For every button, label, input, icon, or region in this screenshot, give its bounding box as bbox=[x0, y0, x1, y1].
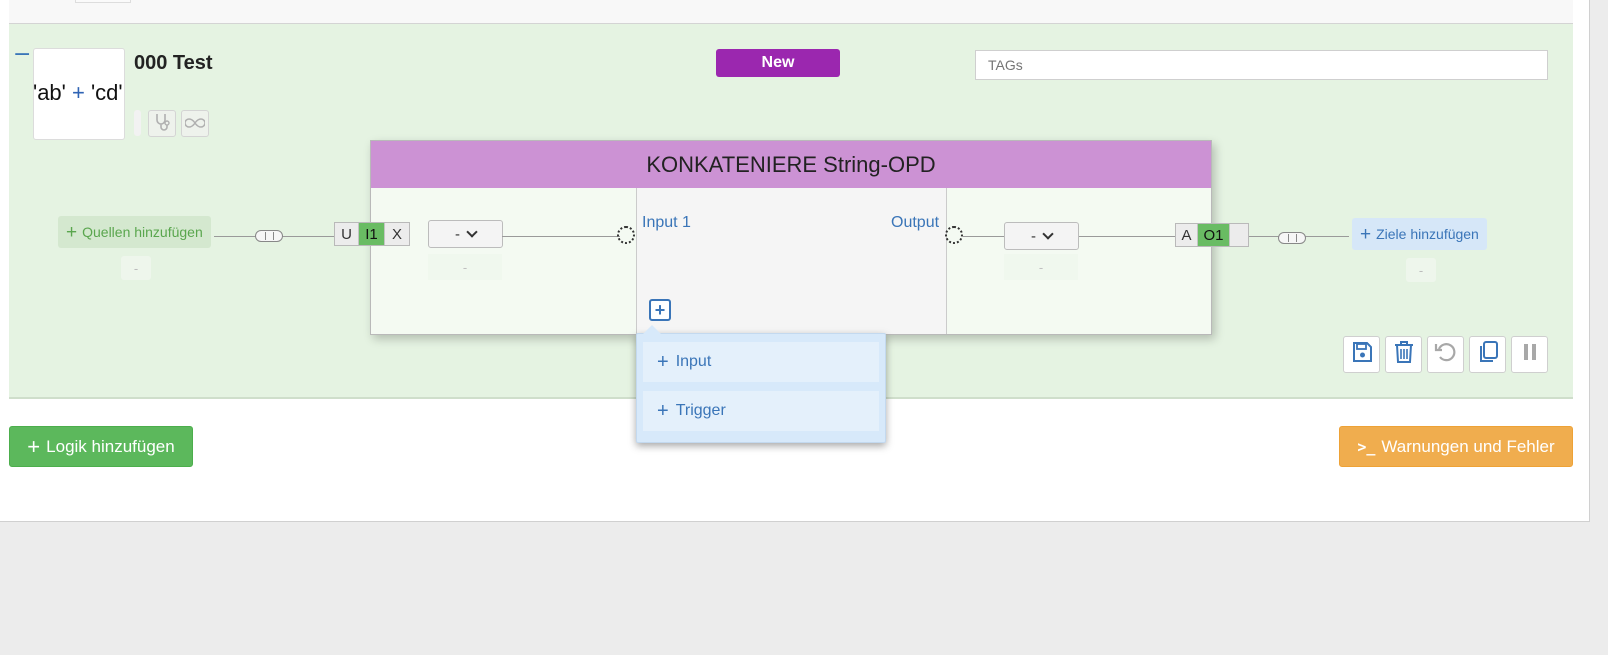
add-targets-label: Ziele hinzufügen bbox=[1376, 226, 1479, 242]
stethoscope-icon bbox=[154, 113, 170, 135]
warnings-errors-label: Warnungen und Fehler bbox=[1381, 436, 1555, 456]
add-sources-label: Quellen hinzufügen bbox=[82, 224, 203, 240]
loop-infinity-button[interactable] bbox=[181, 110, 209, 137]
collapse-button[interactable]: − bbox=[13, 44, 31, 66]
block-title: KONKATENIERE String-OPD bbox=[371, 141, 1211, 188]
add-sources-button[interactable]: + Quellen hinzufügen bbox=[58, 216, 211, 248]
output-type-selector[interactable]: A O1 bbox=[1175, 223, 1249, 247]
pause-button[interactable] bbox=[1511, 336, 1548, 373]
input-port-circle[interactable] bbox=[617, 226, 635, 244]
menu-item-trigger[interactable]: + Trigger bbox=[643, 391, 879, 431]
plus-icon: + bbox=[1360, 223, 1372, 245]
tags-input[interactable] bbox=[975, 50, 1548, 80]
infinity-icon bbox=[184, 115, 206, 133]
targets-sub-button[interactable]: - bbox=[1406, 258, 1436, 282]
input-port-label: Input 1 bbox=[642, 214, 691, 231]
plug-connector-icon bbox=[1278, 232, 1306, 244]
logic-expression: 'ab' + 'cd' bbox=[33, 80, 123, 106]
save-button[interactable] bbox=[1343, 336, 1380, 373]
output-dropdown[interactable]: - bbox=[1004, 222, 1079, 250]
undo-icon bbox=[1434, 340, 1458, 369]
menu-item-input-label: Input bbox=[675, 353, 712, 370]
expression-operator: + bbox=[72, 80, 85, 105]
expression-right: 'cd' bbox=[90, 80, 123, 105]
plug-connector-icon bbox=[255, 230, 283, 242]
add-port-menu: + Input + Trigger bbox=[636, 325, 886, 443]
delete-button[interactable] bbox=[1385, 336, 1422, 373]
debug-stethoscope-button[interactable] bbox=[148, 110, 176, 137]
wire bbox=[502, 236, 620, 237]
terminal-icon: >_ bbox=[1357, 437, 1376, 456]
previous-logic-tab bbox=[75, 0, 131, 3]
add-targets-button[interactable]: + Ziele hinzufügen bbox=[1352, 218, 1487, 250]
plus-icon: + bbox=[657, 399, 669, 422]
segment-i1[interactable]: I1 bbox=[359, 223, 385, 245]
chevron-down-icon bbox=[1042, 228, 1054, 240]
output-dropdown-value: - bbox=[1031, 227, 1036, 245]
sources-sub-button[interactable]: - bbox=[121, 256, 151, 280]
add-logic-button[interactable]: + Logik hinzufügen bbox=[9, 426, 193, 467]
output-port-label: Output bbox=[891, 214, 940, 231]
previous-logic-strip bbox=[9, 0, 1573, 24]
segment-x[interactable]: X bbox=[385, 223, 409, 245]
save-icon bbox=[1351, 341, 1373, 368]
segment-empty[interactable] bbox=[1230, 224, 1248, 246]
input-dropdown-sub: - bbox=[428, 254, 502, 280]
plus-icon: + bbox=[657, 350, 669, 373]
mini-status-bar bbox=[134, 110, 141, 136]
logic-title: 000 Test bbox=[134, 52, 213, 74]
plus-square-icon: + bbox=[654, 300, 666, 320]
output-dropdown-sub: - bbox=[1004, 254, 1078, 280]
plus-icon: + bbox=[27, 433, 41, 459]
plus-icon: + bbox=[66, 221, 78, 243]
chevron-down-icon bbox=[466, 226, 478, 238]
pause-icon bbox=[1521, 342, 1539, 367]
menu-item-trigger-label: Trigger bbox=[675, 402, 726, 419]
warnings-errors-button[interactable]: >_ Warnungen und Fehler bbox=[1339, 426, 1573, 467]
add-port-button[interactable]: + bbox=[649, 299, 671, 321]
expression-left: 'ab' bbox=[33, 80, 66, 105]
status-badge: New bbox=[716, 49, 840, 77]
input-dropdown-value: - bbox=[455, 225, 460, 243]
input-type-selector[interactable]: U I1 X bbox=[334, 222, 410, 246]
copy-button[interactable] bbox=[1469, 336, 1506, 373]
segment-u[interactable]: U bbox=[335, 223, 359, 245]
block-center-area bbox=[636, 188, 947, 334]
menu-item-input[interactable]: + Input bbox=[643, 342, 879, 382]
trash-icon bbox=[1393, 340, 1415, 369]
copy-icon bbox=[1477, 340, 1499, 369]
output-port-circle[interactable] bbox=[945, 226, 963, 244]
input-dropdown[interactable]: - bbox=[428, 220, 503, 248]
segment-a[interactable]: A bbox=[1176, 224, 1198, 246]
add-logic-label: Logik hinzufügen bbox=[46, 436, 175, 456]
segment-o1[interactable]: O1 bbox=[1198, 224, 1230, 246]
undo-button[interactable] bbox=[1427, 336, 1464, 373]
